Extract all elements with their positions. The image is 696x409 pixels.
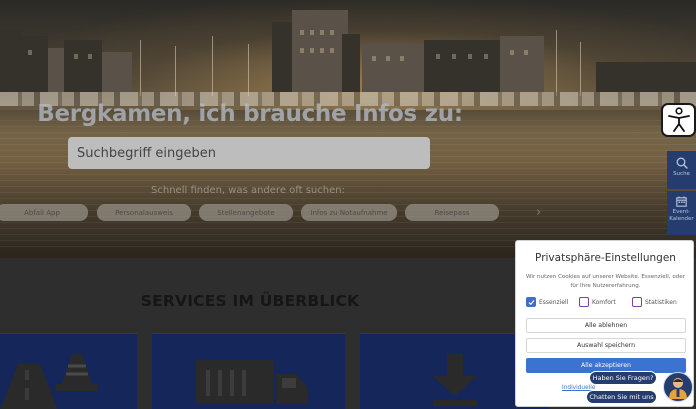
building bbox=[362, 44, 426, 92]
window bbox=[300, 48, 304, 53]
chip-abfall-app[interactable]: Abfall App bbox=[0, 204, 88, 221]
service-card-traffic[interactable] bbox=[0, 333, 137, 409]
hero-banner: Bergkamen, ich brauche Infos zu: Schnell… bbox=[0, 0, 696, 258]
reject-all-button[interactable]: Alle ablehnen bbox=[526, 318, 686, 333]
checkbox-empty-icon bbox=[632, 297, 642, 307]
services-title: SERVICES IM ÜBERBLICK bbox=[140, 292, 360, 310]
save-selection-button[interactable]: Auswahl speichern bbox=[526, 338, 686, 353]
privacy-dialog-title: Privatsphäre-Einstellungen bbox=[535, 252, 676, 264]
window bbox=[510, 50, 514, 55]
side-tab-search-label: Suche bbox=[673, 171, 690, 177]
chip-reisepass[interactable]: Reisepass bbox=[405, 204, 499, 221]
window bbox=[484, 54, 488, 59]
side-tab-calendar-label: Event-Kalender bbox=[669, 209, 694, 222]
chip-personalausweis[interactable]: Personalausweis bbox=[97, 204, 191, 221]
window bbox=[330, 48, 334, 53]
mast bbox=[212, 36, 213, 96]
window bbox=[330, 30, 334, 35]
building bbox=[102, 52, 132, 92]
checkbox-statistiken[interactable]: Statistiken bbox=[632, 297, 677, 307]
mast bbox=[175, 46, 176, 96]
accessibility-button[interactable] bbox=[661, 103, 696, 137]
mast bbox=[580, 42, 581, 96]
chip-notaufnahme[interactable]: Infos zu Notaufnahme bbox=[301, 204, 397, 221]
window bbox=[372, 56, 376, 61]
accessibility-icon bbox=[667, 107, 690, 132]
chat-question-bubble[interactable]: Haben Sie Fragen? bbox=[589, 371, 657, 385]
mast bbox=[556, 30, 557, 96]
window bbox=[452, 54, 456, 59]
chat-cta-bubble[interactable]: Chatten Sie mit uns bbox=[586, 390, 657, 404]
building bbox=[424, 40, 502, 92]
mast bbox=[140, 40, 141, 96]
window bbox=[74, 54, 78, 59]
chip-stellenangebote[interactable]: Stellenangebote bbox=[199, 204, 293, 221]
chatbot-avatar-icon bbox=[669, 378, 687, 399]
checkbox-checked-icon bbox=[526, 297, 536, 307]
checkbox-komfort[interactable]: Komfort bbox=[579, 297, 616, 307]
building bbox=[596, 62, 696, 92]
window bbox=[310, 48, 314, 53]
window bbox=[300, 30, 304, 35]
building bbox=[18, 36, 48, 92]
checkbox-komfort-label: Komfort bbox=[592, 298, 616, 306]
side-tab-calendar[interactable]: Event-Kalender bbox=[667, 191, 696, 235]
checkbox-essenziell[interactable]: Essenziell bbox=[526, 297, 568, 307]
window bbox=[28, 50, 32, 55]
checkbox-empty-icon bbox=[579, 297, 589, 307]
chat-avatar-button[interactable] bbox=[663, 372, 693, 402]
window bbox=[320, 30, 324, 35]
window bbox=[310, 30, 314, 35]
building bbox=[500, 36, 544, 92]
window bbox=[386, 56, 390, 61]
search-input[interactable] bbox=[68, 137, 430, 169]
building bbox=[342, 34, 360, 92]
quick-search-label: Schnell finden, was andere oft suchen: bbox=[151, 185, 345, 196]
side-tab-search[interactable]: Suche bbox=[667, 151, 696, 189]
calendar-icon bbox=[676, 196, 687, 207]
chevron-right-icon[interactable]: › bbox=[536, 205, 541, 220]
road-cone-icon bbox=[0, 354, 98, 409]
window bbox=[436, 54, 440, 59]
mast bbox=[248, 44, 249, 96]
window bbox=[400, 56, 404, 61]
truck-icon bbox=[196, 360, 308, 404]
service-card-waste[interactable] bbox=[152, 333, 345, 409]
privacy-dialog-text: Wir nutzen Cookies auf unserer Website. … bbox=[525, 274, 686, 289]
building bbox=[64, 40, 102, 92]
checkbox-statistiken-label: Statistiken bbox=[645, 298, 677, 306]
search-icon bbox=[676, 157, 688, 169]
window bbox=[88, 54, 92, 59]
window bbox=[468, 54, 472, 59]
window bbox=[524, 50, 528, 55]
checkbox-essenziell-label: Essenziell bbox=[539, 298, 569, 306]
window bbox=[320, 48, 324, 53]
hero-title: Bergkamen, ich brauche Infos zu: bbox=[37, 101, 463, 127]
